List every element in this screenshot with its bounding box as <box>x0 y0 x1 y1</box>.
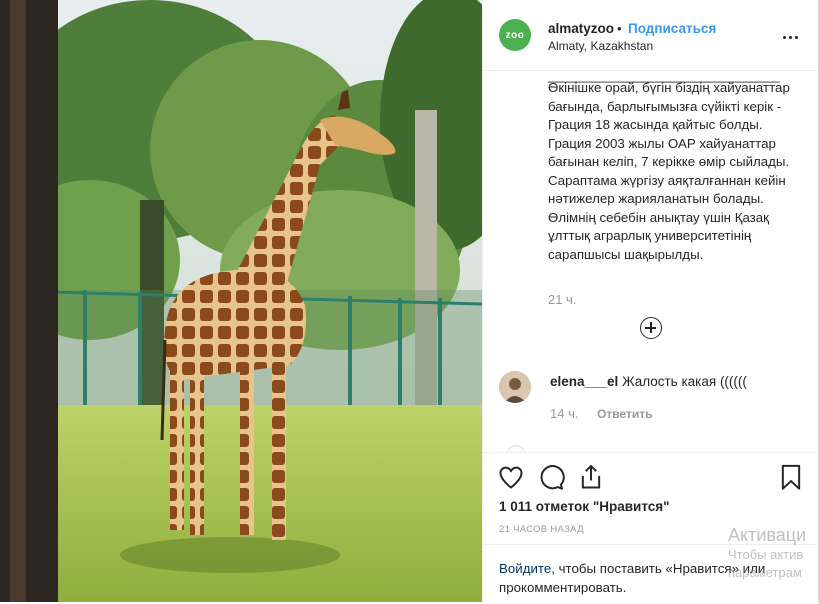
post-header: zoo almatyzoo • Подписаться Almaty, Kaza… <box>483 0 818 71</box>
comment-body: Жалость какая (((((( <box>622 374 747 389</box>
watermark-line-2: Чтобы актив <box>728 547 804 562</box>
location-link[interactable]: Almaty, Kazakhstan <box>548 39 653 53</box>
bookmark-icon[interactable] <box>777 463 805 491</box>
giraffe-photo <box>0 0 482 602</box>
comment-timestamp[interactable]: 14 ч. <box>550 406 578 421</box>
heart-icon[interactable] <box>497 463 525 491</box>
likes-count[interactable]: 1 011 отметок "Нравится" <box>499 499 670 514</box>
share-icon[interactable] <box>577 463 605 491</box>
more-options-icon[interactable] <box>783 26 803 44</box>
partial-comment-avatar[interactable] <box>507 445 525 451</box>
separator-dot: • <box>617 21 622 36</box>
post-caption: Өкінішке орай, бүгін біздің хайуанаттар … <box>548 80 790 262</box>
post-photo[interactable] <box>0 0 482 602</box>
watermark-line-1: Активаци <box>728 525 807 545</box>
comment-text: elena___el Жалость какая (((((( <box>550 374 747 389</box>
caption-timestamp[interactable]: 21 ч. <box>548 292 576 307</box>
post-side-panel: zoo almatyzoo • Подписаться Almaty, Kaza… <box>482 0 819 602</box>
watermark-line-3: параметрам <box>728 565 802 580</box>
profile-username-link[interactable]: almatyzoo <box>548 21 614 36</box>
comments-section[interactable]: ________________________________ Өкінішк… <box>483 71 818 451</box>
profile-avatar[interactable]: zoo <box>499 19 531 51</box>
comment-icon[interactable] <box>537 463 565 491</box>
post-time-ago[interactable]: 21 ЧАСОВ НАЗАД <box>499 524 584 535</box>
person-avatar-icon <box>499 371 531 403</box>
login-link[interactable]: Войдите <box>499 561 551 576</box>
comment-avatar[interactable] <box>499 371 531 403</box>
reply-button[interactable]: Ответить <box>597 407 652 421</box>
load-more-comments-icon[interactable] <box>640 317 662 339</box>
follow-button[interactable]: Подписаться <box>628 21 716 36</box>
comment-username-link[interactable]: elena___el <box>550 374 618 389</box>
windows-activation-watermark: Активаци Чтобы актив параметрам <box>728 524 806 582</box>
